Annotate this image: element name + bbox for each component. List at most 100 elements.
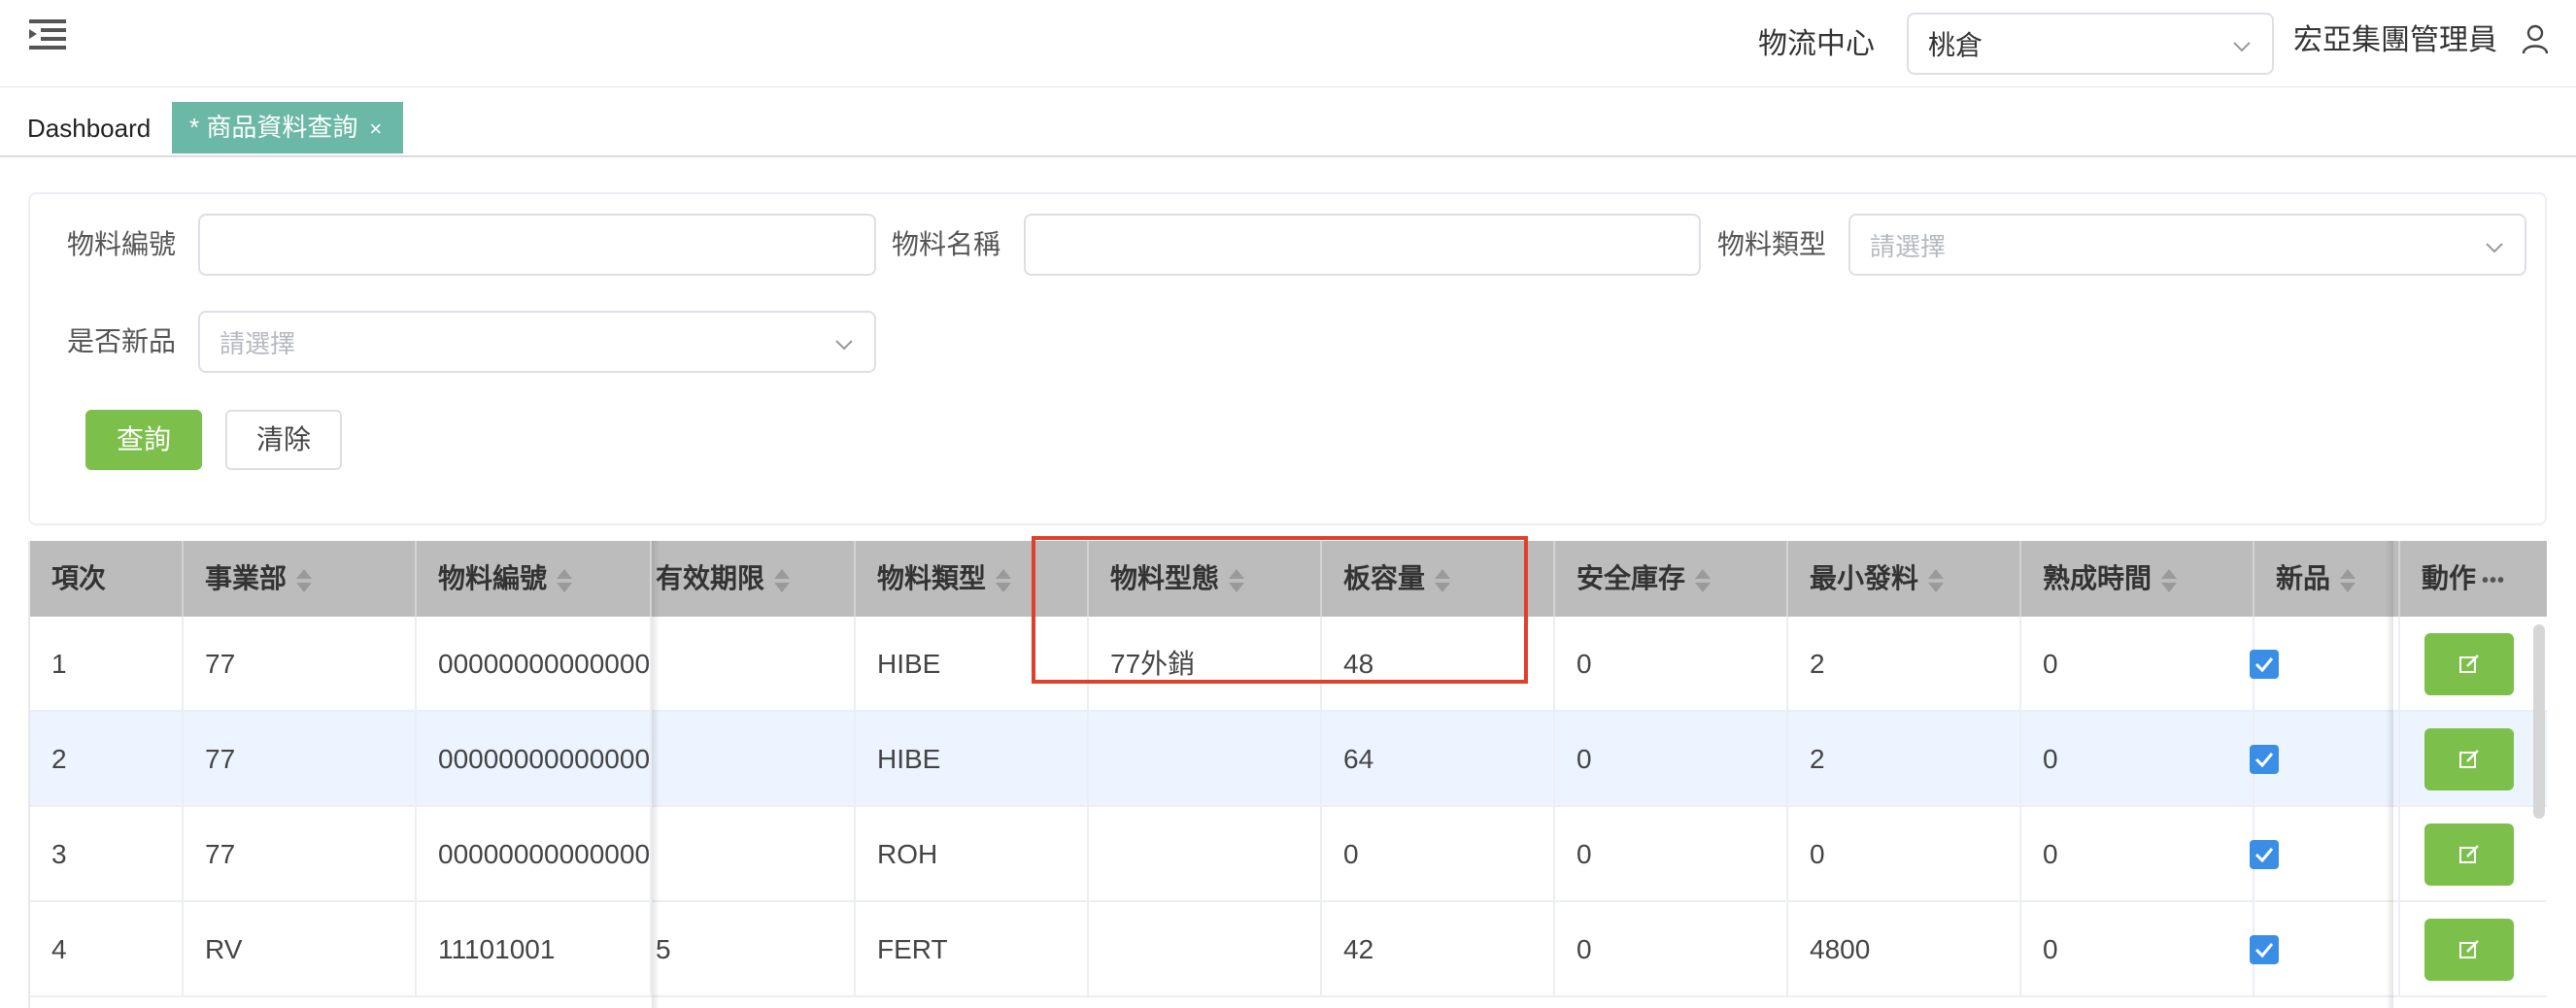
table-header: 項次 事業部 物料編號 有效期限 物料類型 物料型態 板容量 安全庫存 最小發料… (30, 541, 2547, 617)
cell-index: 3 (30, 807, 184, 902)
edit-icon (2459, 940, 2479, 958)
cell-department: 77 (184, 807, 417, 902)
sort-icon[interactable] (2161, 568, 2178, 593)
cell-material-no: 000000000000000 (417, 807, 652, 902)
table-row[interactable]: 4 RV 11101001 5 FERT 42 0 4800 0 (30, 902, 2547, 997)
chevron-down-icon (835, 340, 853, 351)
logistics-center-select[interactable]: 桃倉 (1907, 13, 2274, 75)
column-header-min-issue[interactable]: 最小發料 (1788, 541, 2021, 617)
sort-icon[interactable] (996, 568, 1012, 593)
sort-icon[interactable] (296, 568, 313, 593)
edit-icon (2459, 655, 2479, 673)
edit-button[interactable] (2424, 823, 2514, 886)
cell-department: RV (184, 902, 417, 997)
material-name-label: 物料名稱 (892, 229, 1001, 259)
material-name-input[interactable] (1024, 214, 1701, 276)
cell-min-issue: 4800 (1788, 902, 2021, 997)
sort-icon[interactable] (2340, 568, 2356, 593)
cell-material-no: 000000000000000 (417, 712, 652, 807)
cell-min-issue: 0 (1788, 807, 2021, 902)
sort-icon[interactable] (774, 568, 791, 593)
material-type-label: 物料類型 (1717, 229, 1827, 259)
column-header-action: 動作 ••• (2400, 541, 2547, 617)
user-name[interactable]: 宏亞集團管理員 (2293, 19, 2497, 62)
sort-icon[interactable] (1229, 568, 1245, 593)
sort-icon[interactable] (1435, 568, 1451, 593)
new-item-checkbox[interactable] (2250, 935, 2279, 964)
material-no-input[interactable] (198, 214, 876, 276)
new-item-checkbox[interactable] (2250, 650, 2279, 679)
cell-department: 77 (184, 712, 417, 807)
product-table: 項次 事業部 物料編號 有效期限 物料類型 物料型態 板容量 安全庫存 最小發料… (28, 541, 2547, 1008)
column-header-material-form[interactable]: 物料型態 (1089, 541, 1322, 617)
edit-button[interactable] (2424, 919, 2514, 981)
cell-material-form: 77外銷 (1089, 617, 1322, 712)
fixed-column-shadow (652, 541, 660, 1008)
fixed-column-shadow (2386, 541, 2393, 1008)
cell-index: 1 (30, 617, 184, 712)
column-header-department[interactable]: 事業部 (184, 541, 417, 617)
new-item-checkbox[interactable] (2250, 745, 2279, 774)
search-panel: 物料編號 物料名稱 物料類型 請選擇 是否新品 請選擇 查詢 清除 (28, 192, 2547, 525)
cell-material-no: 000000000000000 (417, 617, 652, 712)
cell-safety-stock: 0 (1555, 807, 1788, 902)
tab-dashboard[interactable]: Dashboard (27, 109, 151, 148)
cell-aging-time: 0 (2021, 617, 2254, 712)
cell-aging-time: 0 (2021, 807, 2254, 902)
sort-icon[interactable] (1928, 568, 1945, 593)
material-no-label: 物料編號 (67, 229, 177, 259)
cell-expiry: 5 (652, 902, 856, 997)
cell-safety-stock: 0 (1555, 617, 1788, 712)
cell-pallet-capacity: 48 (1322, 617, 1555, 712)
cell-department: 77 (184, 617, 417, 712)
column-header-pallet-capacity[interactable]: 板容量 (1322, 541, 1555, 617)
chevron-down-icon (2233, 42, 2251, 52)
edit-button[interactable] (2424, 728, 2514, 790)
logistics-center-value: 桃倉 (1928, 30, 1983, 60)
column-header-expiry[interactable]: 有效期限 (652, 541, 856, 617)
new-item-placeholder: 請選擇 (220, 329, 296, 358)
column-header-safety-stock[interactable]: 安全庫存 (1555, 541, 1788, 617)
column-header-index: 項次 (30, 541, 184, 617)
query-button[interactable]: 查詢 (85, 410, 202, 470)
more-icon[interactable]: ••• (2482, 543, 2505, 617)
cell-material-form (1089, 712, 1322, 807)
new-item-select[interactable]: 請選擇 (198, 311, 876, 373)
user-icon[interactable] (2522, 23, 2549, 54)
cell-pallet-capacity: 64 (1322, 712, 1555, 807)
cell-material-type: ROH (856, 807, 1089, 902)
table-row[interactable]: 3 77 000000000000000 ROH 0 0 0 0 (30, 807, 2547, 902)
sort-icon[interactable] (557, 568, 573, 593)
table-scrollbar[interactable] (2533, 624, 2545, 819)
cell-safety-stock: 0 (1555, 902, 1788, 997)
chevron-down-icon (2486, 243, 2503, 253)
cell-safety-stock: 0 (1555, 712, 1788, 807)
menu-toggle-icon[interactable] (29, 17, 66, 50)
tab-bar: Dashboard * 商品資料查詢 × (0, 87, 2576, 157)
cell-expiry (652, 617, 856, 712)
material-type-select[interactable]: 請選擇 (1848, 214, 2526, 276)
tab-product-query[interactable]: * 商品資料查詢 × (172, 102, 404, 154)
cell-material-type: HIBE (856, 712, 1089, 807)
close-icon[interactable]: × (369, 103, 382, 154)
cell-expiry (652, 712, 856, 807)
edit-icon (2459, 750, 2479, 768)
cell-material-form (1089, 807, 1322, 902)
clear-button[interactable]: 清除 (225, 410, 342, 470)
material-type-placeholder: 請選擇 (1870, 232, 1947, 261)
column-header-material-no[interactable]: 物料編號 (417, 541, 652, 617)
table-row[interactable]: 2 77 000000000000000 HIBE 64 0 2 0 (30, 712, 2547, 807)
cell-material-type: FERT (856, 902, 1089, 997)
cell-material-type: HIBE (856, 617, 1089, 712)
column-header-material-type[interactable]: 物料類型 (856, 541, 1089, 617)
table-row[interactable]: 1 77 000000000000000 HIBE 77外銷 48 0 2 0 (30, 617, 2547, 712)
cell-material-form (1089, 902, 1322, 997)
sort-icon[interactable] (1695, 568, 1712, 593)
column-header-new-item[interactable]: 新品 (2254, 541, 2400, 617)
new-item-checkbox[interactable] (2250, 840, 2279, 869)
top-header: 物流中心 桃倉 宏亞集團管理員 (0, 0, 2576, 87)
cell-material-no: 11101001 (417, 902, 652, 997)
column-header-aging-time[interactable]: 熟成時間 (2021, 541, 2254, 617)
edit-button[interactable] (2424, 633, 2514, 695)
tab-product-query-label: * 商品資料查詢 (189, 113, 358, 142)
